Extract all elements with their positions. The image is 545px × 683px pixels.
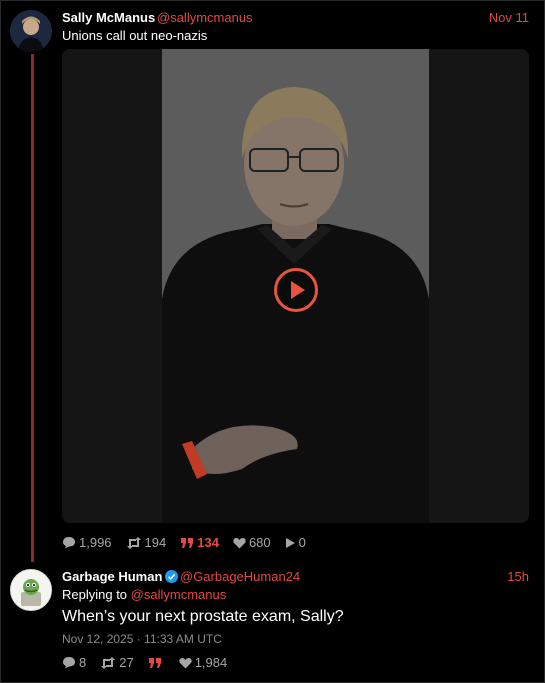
tweet2-author-name[interactable]: Garbage Human xyxy=(62,569,179,584)
retweet-icon xyxy=(126,536,141,549)
garbage-human-avatar[interactable] xyxy=(10,569,52,611)
tweet2-date[interactable]: Nov 12, 2025 · 11:33 AM UTC xyxy=(62,632,222,646)
retweet-icon xyxy=(101,656,116,669)
heart-icon xyxy=(179,657,192,668)
comment-icon xyxy=(63,537,75,549)
quote-icon xyxy=(181,537,194,548)
tweet1-replies-count: 1,996 xyxy=(79,535,112,550)
sally-mcmanus-avatar[interactable] xyxy=(10,10,52,52)
heart-icon xyxy=(233,537,246,548)
tweet2-retweets-count: 27 xyxy=(119,655,134,670)
tweet1-likes-count: 680 xyxy=(248,535,271,550)
tweet2-replies-count: 8 xyxy=(79,655,87,670)
tweet2-author-handle[interactable]: @GarbageHuman24 xyxy=(180,569,300,584)
quote-icon xyxy=(148,657,161,668)
tweet1-timestamp[interactable]: Nov 11 xyxy=(489,10,529,25)
tweet2-timestamp[interactable]: 15h xyxy=(507,569,529,584)
tweet2-author-name-text: Garbage Human xyxy=(62,569,163,584)
tweet2-quotes[interactable] xyxy=(148,657,165,669)
tweet1-text: Unions call out neo-nazis xyxy=(62,28,208,43)
verified-badge-icon xyxy=(165,570,179,583)
replying-to-handle[interactable]: @sallymcmanus xyxy=(131,587,227,602)
play-button[interactable] xyxy=(274,268,318,312)
replying-to-label: Replying to xyxy=(62,587,128,602)
tweet2-likes-count: 1,984 xyxy=(194,655,228,670)
tweet2-stats-bar: 8 27 1,984 xyxy=(62,655,241,670)
replying-to-line: Replying to @sallymcmanus xyxy=(62,587,226,602)
tweet1-replies[interactable]: 1,996 xyxy=(62,535,112,550)
tweet2-text: When’s your next prostate exam, Sally? xyxy=(62,608,344,625)
tweet1-video-player[interactable] xyxy=(62,49,529,523)
tweet1-quotes-count: 134 xyxy=(197,535,219,550)
tweet1-author-handle[interactable]: @sallymcmanus xyxy=(157,10,253,25)
tweet1-views[interactable]: 0 xyxy=(285,535,306,550)
tweet1-likes[interactable]: 680 xyxy=(233,535,271,550)
thread-connector-line xyxy=(31,54,34,562)
tweet1-views-count: 0 xyxy=(298,535,306,550)
tweet2-likes[interactable]: 1,984 xyxy=(179,655,228,670)
tweet1-retweets-count: 194 xyxy=(144,535,167,550)
comment-icon xyxy=(63,657,75,669)
tweet1-quotes[interactable]: 134 xyxy=(180,535,219,550)
tweet2-replies[interactable]: 8 xyxy=(62,655,86,670)
tweet1-stats-bar: 1,996 194 134 680 0 xyxy=(62,535,320,550)
play-icon xyxy=(285,537,295,548)
tweet1-retweets[interactable]: 194 xyxy=(126,535,167,550)
tweet2-retweets[interactable]: 27 xyxy=(100,655,134,670)
tweet1-author-name[interactable]: Sally McManus xyxy=(62,10,155,25)
